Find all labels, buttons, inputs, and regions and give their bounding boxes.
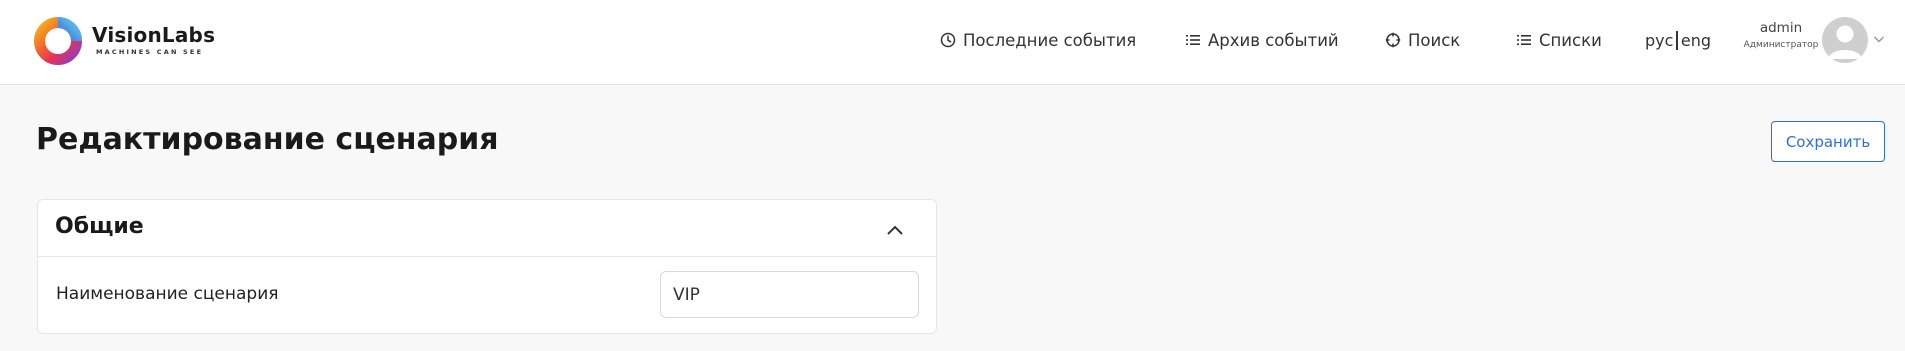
user-avatar-icon bbox=[1828, 25, 1862, 59]
logo-tagline: MACHINES CAN SEE bbox=[96, 48, 204, 56]
chevron-up-icon[interactable] bbox=[884, 219, 906, 241]
chevron-down-icon[interactable] bbox=[1872, 32, 1886, 46]
page-title: Редактирование сценария bbox=[36, 122, 499, 157]
section-title: Общие bbox=[55, 214, 144, 239]
user-info[interactable]: admin Администратор bbox=[1732, 20, 1830, 50]
logo-name: VisionLabs bbox=[92, 23, 216, 47]
save-button[interactable]: Сохранить bbox=[1771, 121, 1885, 162]
nav-search[interactable]: Поиск bbox=[1385, 28, 1460, 52]
logo[interactable]: VisionLabs MACHINES CAN SEE bbox=[34, 17, 234, 65]
nav-label: Архив событий bbox=[1208, 30, 1339, 50]
nav-events-archive[interactable]: Архив событий bbox=[1185, 28, 1339, 52]
user-name: admin bbox=[1759, 20, 1803, 36]
scenario-name-label: Наименование сценария bbox=[56, 284, 279, 304]
scenario-name-input[interactable] bbox=[660, 271, 919, 318]
user-role: Администратор bbox=[1743, 40, 1819, 50]
visionlabs-logo-icon bbox=[34, 17, 82, 65]
language-switcher: рус eng bbox=[1645, 29, 1711, 51]
nav-label: Списки bbox=[1539, 30, 1602, 50]
lang-divider bbox=[1676, 30, 1678, 50]
top-header: VisionLabs MACHINES CAN SEE Последние со… bbox=[0, 0, 1905, 85]
lang-ru[interactable]: рус bbox=[1645, 31, 1673, 50]
nav-label: Поиск bbox=[1408, 30, 1461, 50]
avatar[interactable] bbox=[1822, 17, 1868, 63]
lang-en[interactable]: eng bbox=[1681, 31, 1711, 50]
nav-label: Последние события bbox=[963, 30, 1137, 50]
crosshair-icon bbox=[1385, 32, 1401, 48]
nav-recent-events[interactable]: Последние события bbox=[940, 28, 1136, 52]
list-icon bbox=[1517, 35, 1531, 45]
list-icon bbox=[1186, 35, 1200, 45]
nav-lists[interactable]: Списки bbox=[1516, 28, 1602, 52]
general-section-card: Общие Наименование сценария bbox=[37, 199, 937, 334]
section-header[interactable]: Общие bbox=[38, 200, 936, 257]
clock-icon bbox=[940, 32, 956, 48]
